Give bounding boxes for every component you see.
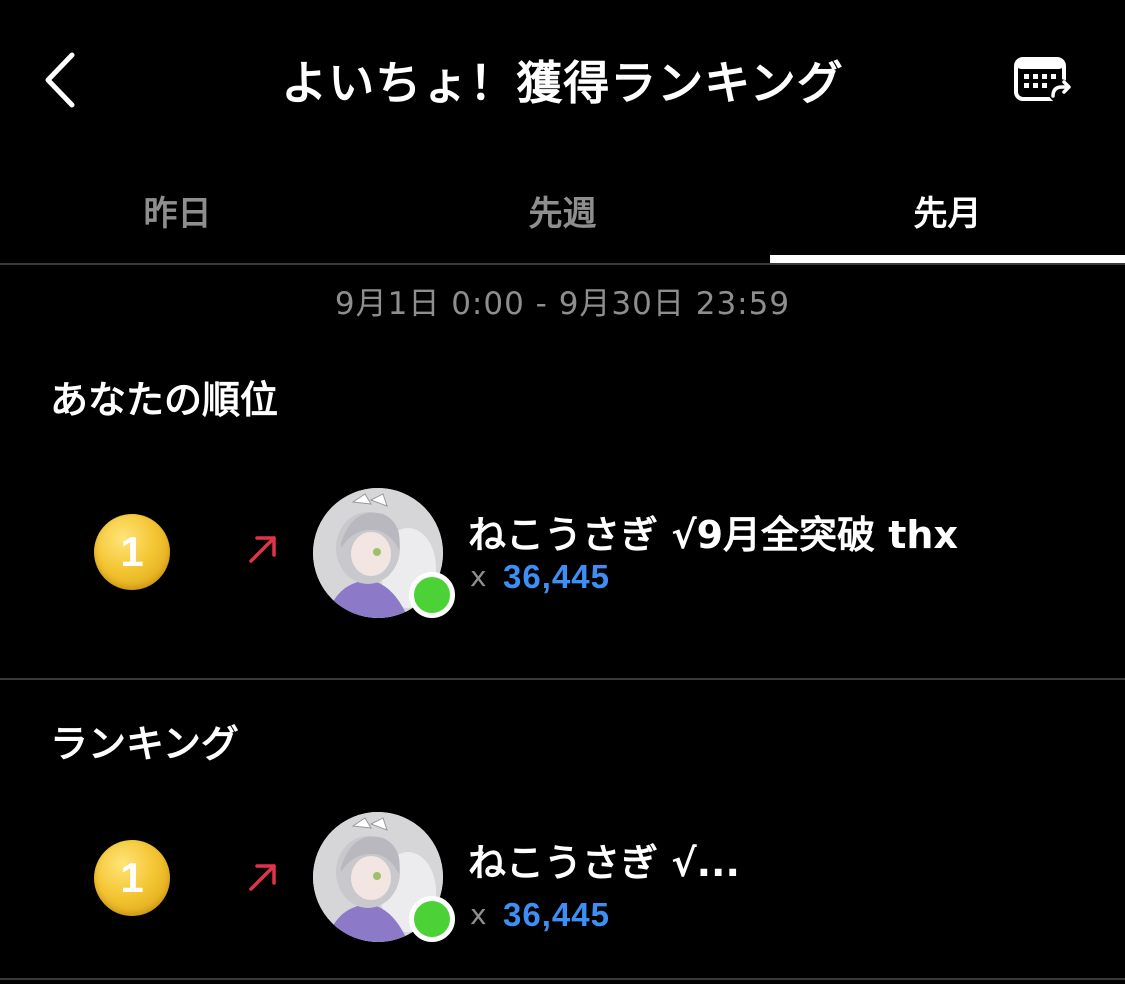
tab-last-month[interactable]: 先月 (760, 160, 1125, 260)
rank-medal: 1 (94, 840, 170, 916)
row-divider (0, 978, 1125, 980)
score-prefix: x (470, 560, 487, 593)
period-range: 9月1日 0:00 - 9月30日 23:59 (334, 285, 791, 322)
my-rank-row[interactable]: 1 ねこうさぎ √9月全突破 thx x 36,445 (0, 476, 1125, 626)
header-bar: よいちょ！獲得ランキング (0, 0, 1125, 160)
user-name: ねこうさぎ √... (468, 841, 740, 885)
score-value: 36,445 (503, 896, 610, 933)
online-status-dot (409, 572, 455, 618)
score-value: 36,445 (503, 558, 610, 595)
user-name: ねこうさぎ √9月全突破 thx (468, 513, 958, 557)
tab-yesterday[interactable]: 昨日 (0, 160, 365, 260)
active-tab-indicator (770, 255, 1125, 263)
score-prefix: x (470, 898, 487, 931)
tab-last-week[interactable]: 先週 (375, 160, 750, 260)
chevron-left-icon (45, 52, 75, 108)
period-tabs: 昨日 先週 先月 (0, 160, 1125, 265)
section-divider (0, 678, 1125, 680)
my-rank-section-title: あなたの順位 (50, 377, 279, 422)
calendar-share-button[interactable] (1005, 45, 1080, 115)
ranking-section-title: ランキング (50, 721, 239, 766)
trend-up-icon (249, 536, 276, 563)
back-button[interactable] (30, 45, 90, 115)
calendar-share-icon (1013, 57, 1072, 103)
ranking-row[interactable]: 1 ねこうさぎ √... x 36,445 (0, 812, 1125, 962)
page-title: よいちょ！獲得ランキング (281, 56, 844, 110)
rank-medal: 1 (94, 514, 170, 590)
online-status-dot (409, 896, 455, 942)
trend-up-icon (249, 864, 276, 891)
